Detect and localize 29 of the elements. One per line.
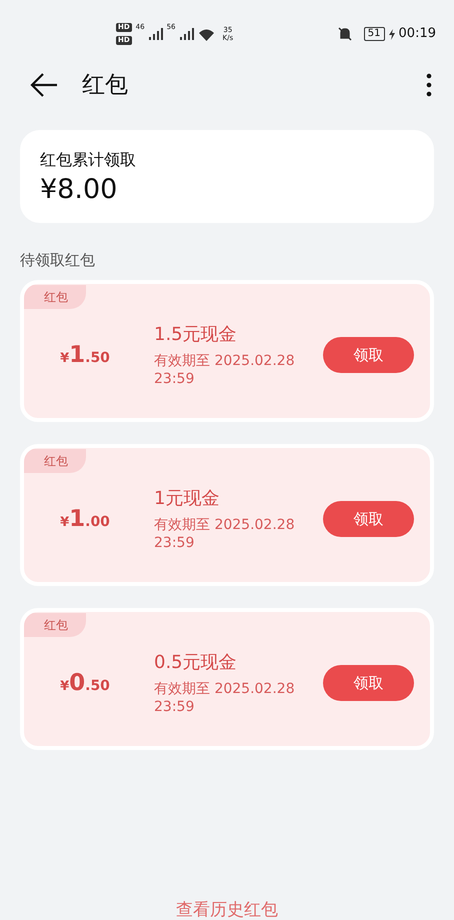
- coupon-name: 1元现金: [154, 486, 220, 511]
- coupon-tag: 红包: [24, 284, 86, 309]
- signal-icon: [180, 28, 194, 40]
- battery-icon: 51: [364, 27, 385, 41]
- more-icon[interactable]: [426, 73, 432, 97]
- back-icon[interactable]: [30, 73, 58, 97]
- wifi-icon: [198, 28, 215, 40]
- coupon-expiry: 有效期至 2025.02.28 23:59: [154, 352, 296, 390]
- coupon-tag: 红包: [24, 612, 86, 637]
- summary-label: 红包累计领取: [40, 149, 137, 171]
- summary-amount: ¥8.00: [40, 173, 118, 207]
- coupon-amount: ¥0.50: [59, 668, 111, 698]
- signal-icon: [148, 28, 163, 40]
- coupon-name: 0.5元现金: [154, 650, 238, 675]
- history-link[interactable]: 查看历史红包: [0, 898, 454, 920]
- muted-bell-icon: [338, 27, 352, 41]
- coupon-expiry: 有效期至 2025.02.28 23:59: [154, 680, 296, 718]
- charging-icon: [388, 28, 395, 40]
- status-time: 00:19: [398, 25, 436, 44]
- coupon-name: 1.5元现金: [154, 322, 238, 347]
- claim-button[interactable]: 领取: [323, 664, 414, 701]
- coupon-amount: ¥1.00: [59, 504, 111, 534]
- coupon-tag: 红包: [24, 448, 86, 473]
- coupon-expiry: 有效期至 2025.02.28 23:59: [154, 516, 296, 554]
- page-title: 红包: [82, 70, 128, 100]
- coupon-amount: ¥1.50: [59, 340, 111, 370]
- claim-button[interactable]: 领取: [323, 500, 414, 537]
- section-title: 待领取红包: [20, 250, 96, 272]
- claim-button[interactable]: 领取: [323, 336, 414, 373]
